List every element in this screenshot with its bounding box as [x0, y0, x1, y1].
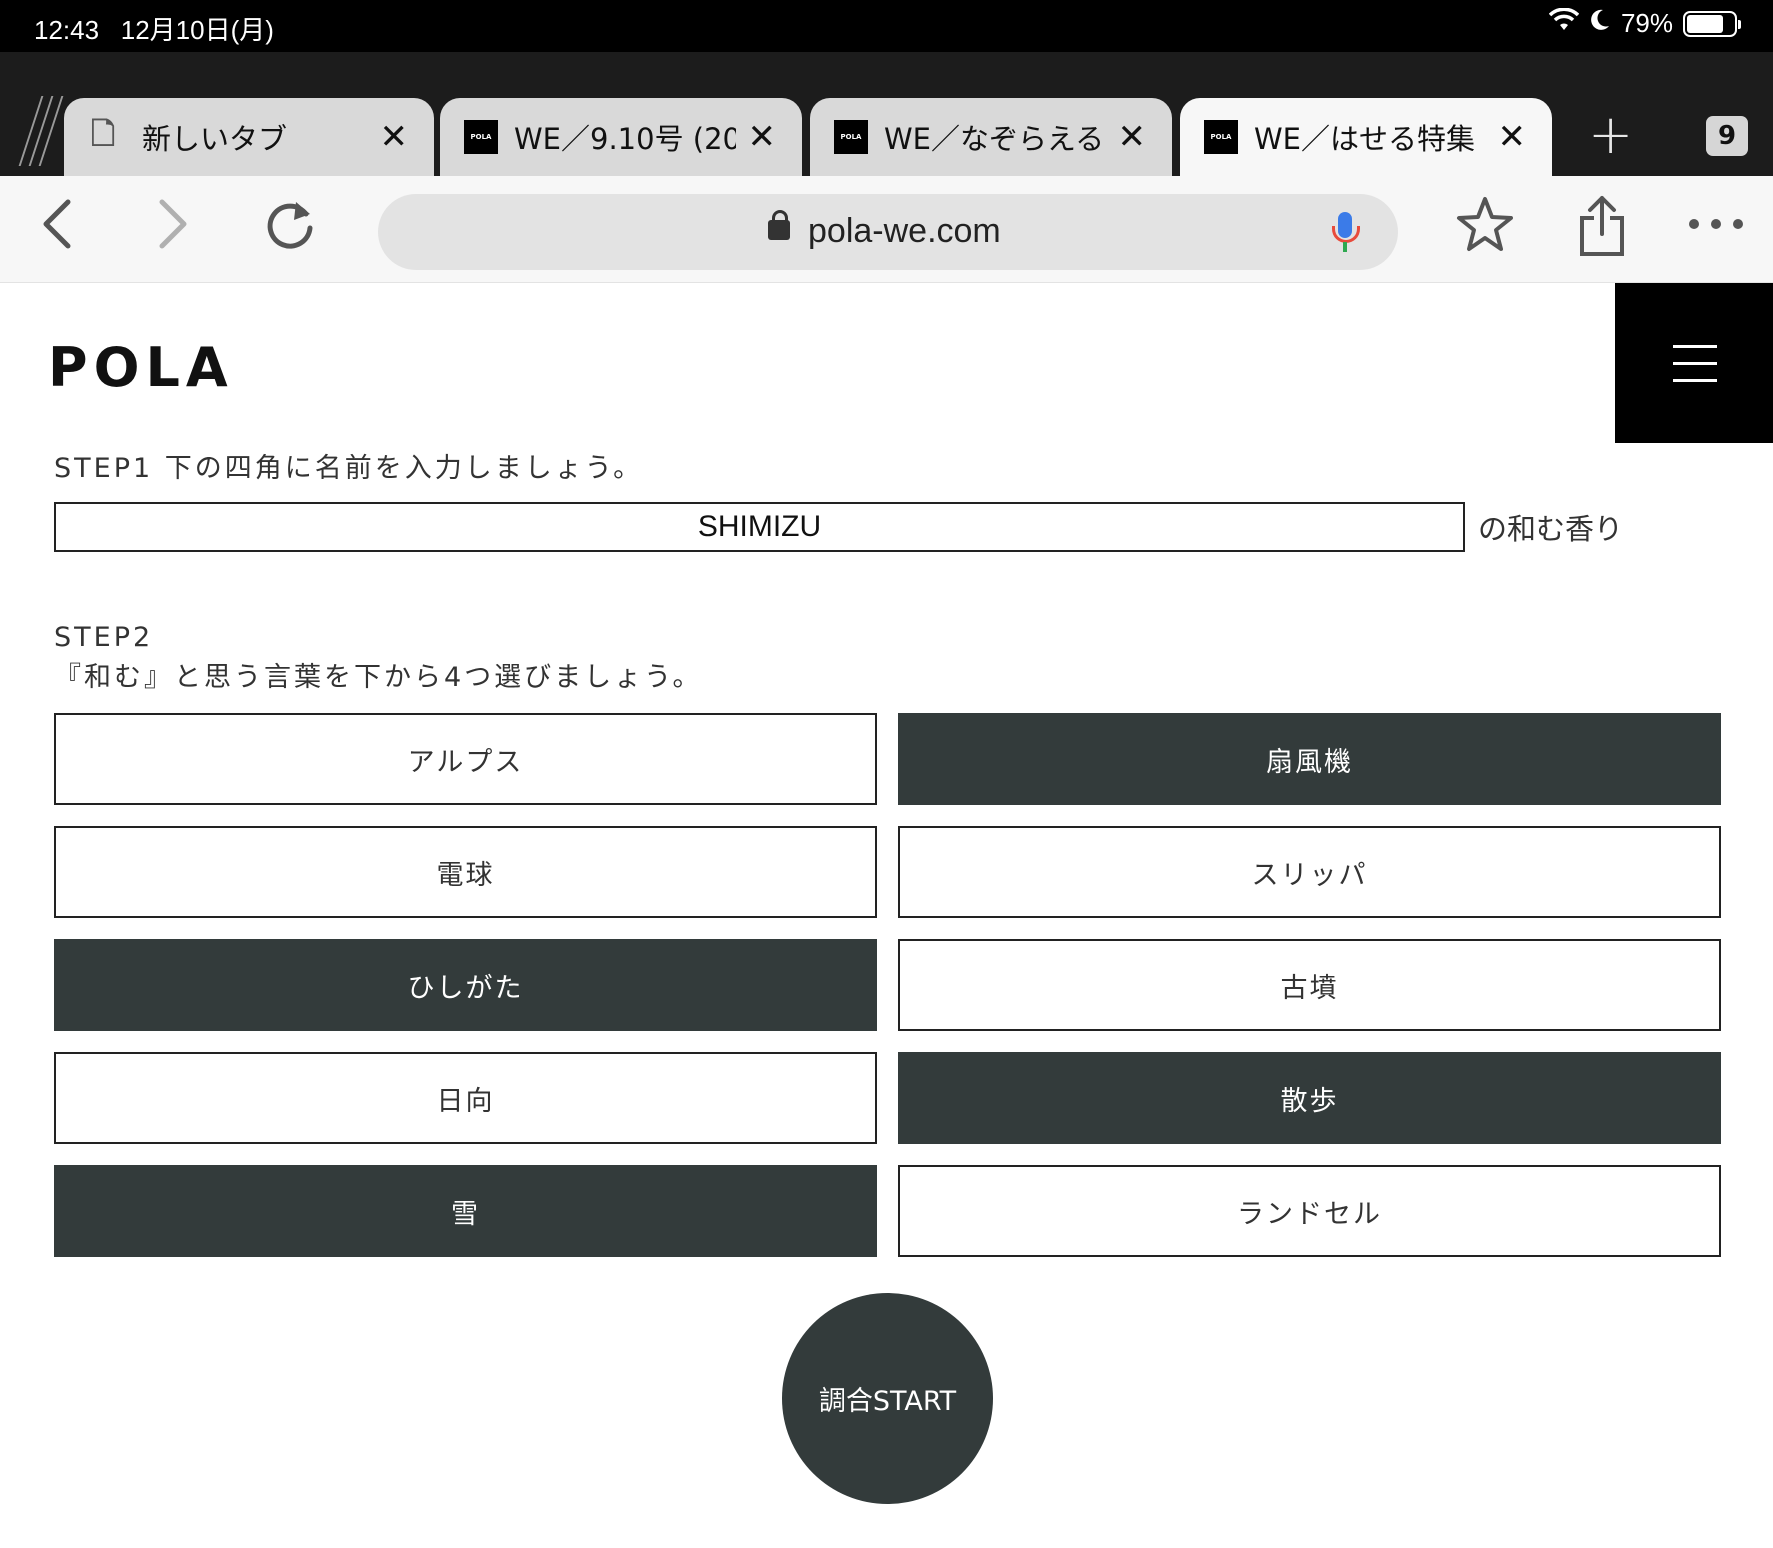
tab-we-nazoraeru[interactable]: POLA WE／なぞらえる ✕ — [810, 98, 1172, 176]
close-icon[interactable]: ✕ — [748, 117, 777, 157]
reload-icon[interactable] — [262, 194, 318, 266]
back-icon[interactable] — [38, 194, 78, 266]
new-tab-plus-icon[interactable]: + — [1588, 108, 1633, 162]
word-option[interactable]: 扇風機 — [898, 713, 1721, 805]
share-icon[interactable] — [1576, 194, 1628, 270]
close-icon[interactable]: ✕ — [380, 117, 409, 157]
status-indicators: 79% — [1548, 7, 1741, 39]
word-option[interactable]: 散歩 — [898, 1052, 1721, 1144]
name-input[interactable]: SHIMIZU — [54, 502, 1465, 552]
word-option[interactable]: アルプス — [54, 713, 877, 805]
word-option[interactable]: ひしがた — [54, 939, 877, 1031]
tab-we-haseru[interactable]: POLA WE／はせる特集 ✕ — [1180, 98, 1552, 176]
wifi-icon — [1548, 7, 1580, 39]
address-url: pola-we.com — [808, 212, 1001, 250]
pola-favicon: POLA — [834, 120, 868, 154]
browser-toolbar: pola-we.com — [0, 176, 1773, 283]
tab-title: WE／なぞらえる — [884, 122, 1105, 156]
status-time: 12:43 12月10日(月) — [34, 15, 274, 45]
tab-title: 新しいタブ — [142, 122, 288, 156]
tab-new-tab[interactable]: 🗋 新しいタブ ✕ — [64, 98, 434, 176]
moon-icon — [1589, 8, 1611, 39]
tab-title: WE／9.10号 (201 — [514, 122, 736, 156]
battery-icon — [1683, 10, 1741, 37]
name-suffix: の和む香り — [1478, 512, 1624, 546]
start-blend-button[interactable]: 調合START — [782, 1293, 993, 1504]
tab-title: WE／はせる特集 — [1254, 122, 1475, 156]
step2-instruction: 『和む』と思う言葉を下から4つ選びましょう。 — [54, 662, 703, 693]
star-icon[interactable] — [1454, 194, 1516, 268]
lock-icon — [768, 210, 790, 240]
word-option[interactable]: 電球 — [54, 826, 877, 918]
word-option[interactable]: 日向 — [54, 1052, 877, 1144]
step2-title: STEP2 — [54, 622, 154, 653]
tab-we-910[interactable]: POLA WE／9.10号 (201 ✕ — [440, 98, 802, 176]
address-bar[interactable]: pola-we.com — [378, 194, 1398, 270]
tab-count-button[interactable]: 9 — [1706, 116, 1748, 156]
document-icon: 🗋 — [90, 116, 116, 152]
forward-icon[interactable] — [152, 194, 192, 266]
pola-favicon: POLA — [464, 120, 498, 154]
word-option[interactable]: ランドセル — [898, 1165, 1721, 1257]
word-option[interactable]: 古墳 — [898, 939, 1721, 1031]
step1-label: STEP1 下の四角に名前を入力しましょう。 — [54, 453, 644, 484]
status-date: 12月10日(月) — [120, 15, 274, 45]
microphone-stem — [1343, 242, 1347, 252]
tab-strip: 🗋 新しいタブ ✕ POLA WE／9.10号 (201 ✕ POLA WE／な… — [0, 52, 1773, 176]
pola-logo: POLA — [48, 336, 234, 399]
microphone-icon[interactable] — [1332, 212, 1360, 243]
hamburger-menu-button[interactable] — [1615, 283, 1773, 443]
word-option[interactable]: 雪 — [54, 1165, 877, 1257]
more-icon[interactable] — [1686, 194, 1746, 266]
step2-label: STEP2 『和む』と思う言葉を下から4つ選びましょう。 — [54, 618, 703, 698]
battery-percent: 79% — [1620, 8, 1673, 38]
close-icon[interactable]: ✕ — [1118, 117, 1147, 157]
pola-favicon: POLA — [1204, 120, 1238, 154]
close-icon[interactable]: ✕ — [1498, 117, 1527, 157]
status-bar: 12:43 12月10日(月) 79% — [0, 0, 1773, 52]
word-option[interactable]: スリッパ — [898, 826, 1721, 918]
